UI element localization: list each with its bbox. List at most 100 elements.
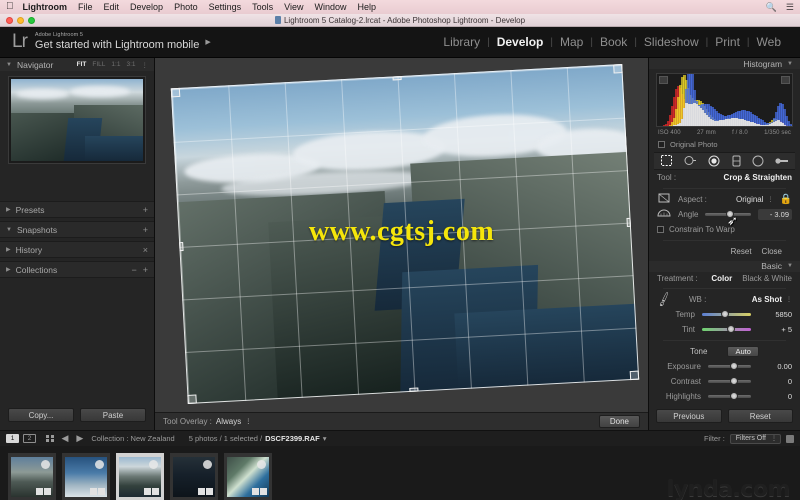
thumbnail-badges[interactable]: [36, 488, 51, 495]
module-slideshow[interactable]: Slideshow: [637, 35, 706, 49]
spot-removal-icon[interactable]: [684, 155, 697, 166]
radial-filter-icon[interactable]: [752, 155, 764, 167]
add-snapshot-icon[interactable]: +: [143, 225, 148, 235]
filter-toggle-icon[interactable]: [786, 434, 794, 443]
filmstrip-thumbnail[interactable]: [62, 453, 110, 500]
angle-slider[interactable]: [705, 209, 751, 218]
previous-button[interactable]: Previous: [656, 409, 722, 423]
paste-button[interactable]: Paste: [80, 408, 146, 422]
menu-app-name[interactable]: Lightroom: [23, 2, 68, 12]
lock-icon[interactable]: 🔒: [780, 194, 792, 205]
constrain-warp-row[interactable]: Constrain To Warp: [657, 222, 792, 237]
shadow-clipping-icon[interactable]: [659, 76, 668, 85]
navigator-thumbnail[interactable]: [8, 76, 146, 164]
module-library[interactable]: Library: [436, 35, 487, 49]
sidebar-item-history[interactable]: ▶ History ×: [0, 241, 154, 258]
basic-header[interactable]: Basic ▼: [649, 260, 800, 272]
treatment-bw-option[interactable]: Black & White: [742, 274, 792, 283]
sidebar-item-snapshots[interactable]: ▼ Snapshots +: [0, 221, 154, 238]
chevron-down-icon[interactable]: ▼: [787, 61, 793, 67]
chevron-updown-icon[interactable]: ⋮: [771, 435, 777, 442]
chevron-down-icon[interactable]: ▼: [6, 227, 12, 233]
module-print[interactable]: Print: [708, 35, 747, 49]
menu-item-edit[interactable]: Edit: [104, 2, 120, 12]
crop-tool-value[interactable]: Crop & Straighten: [724, 173, 792, 182]
menu-item-help[interactable]: Help: [358, 2, 377, 12]
module-map[interactable]: Map: [553, 35, 590, 49]
temp-value[interactable]: 5850: [758, 310, 792, 319]
filmstrip-thumbnail[interactable]: [8, 453, 56, 500]
crop-close-button[interactable]: Close: [762, 247, 782, 256]
adjustment-brush-icon[interactable]: [775, 157, 789, 165]
zoom-level-fit[interactable]: FIT: [77, 61, 87, 68]
filename-chevron-icon[interactable]: ▾: [323, 434, 327, 443]
screen-2-button[interactable]: 2: [23, 434, 36, 443]
chevron-right-icon[interactable]: ▶: [6, 246, 11, 253]
auto-tone-button[interactable]: Auto: [727, 346, 759, 357]
grid-view-icon[interactable]: [46, 434, 54, 443]
tint-slider-knob[interactable]: [727, 325, 736, 333]
temp-slider[interactable]: [702, 310, 751, 318]
menu-item-tools[interactable]: Tools: [252, 2, 273, 12]
clear-history-icon[interactable]: ×: [143, 245, 148, 255]
module-web[interactable]: Web: [750, 35, 788, 49]
module-develop[interactable]: Develop: [490, 35, 551, 49]
menu-item-window[interactable]: Window: [315, 2, 347, 12]
checkbox-icon[interactable]: [657, 225, 664, 233]
screen-1-button[interactable]: 1: [6, 434, 19, 443]
chevron-down-icon[interactable]: ▼: [6, 62, 12, 68]
exposure-slider[interactable]: [708, 362, 751, 370]
exposure-value[interactable]: 0.00: [758, 362, 792, 371]
sidebar-item-presets[interactable]: ▶ Presets +: [0, 201, 154, 218]
done-button[interactable]: Done: [598, 415, 640, 428]
zoom-level-1-1[interactable]: 1:1: [111, 61, 120, 68]
promo-headline[interactable]: Get started with Lightroom mobile: [35, 39, 199, 52]
add-collection-icon[interactable]: +: [143, 265, 148, 275]
straighten-tool-icon[interactable]: [657, 207, 671, 221]
list-icon[interactable]: ☰: [786, 2, 794, 13]
sidebar-item-collections[interactable]: ▶ Collections − +: [0, 261, 154, 278]
reset-button[interactable]: Reset: [727, 409, 793, 423]
menu-item-develop[interactable]: Develop: [130, 2, 163, 12]
highlights-slider-knob[interactable]: [729, 392, 738, 400]
thumbnail-badges[interactable]: [198, 488, 213, 495]
collection-label[interactable]: Collection : New Zealand: [91, 434, 174, 443]
zoom-level-fill[interactable]: FILL: [92, 61, 105, 68]
menu-item-settings[interactable]: Settings: [209, 2, 242, 12]
remove-collection-icon[interactable]: −: [131, 265, 136, 275]
wb-chevron-icon[interactable]: ⋮: [786, 296, 792, 303]
thumbnail-badges[interactable]: [144, 488, 159, 495]
image-stage[interactable]: www.cgtsj.com: [155, 58, 648, 412]
thumbnail-badges[interactable]: [252, 488, 267, 495]
chevron-down-icon[interactable]: ▼: [787, 263, 793, 269]
tint-value[interactable]: + 5: [758, 325, 792, 334]
promo-arrow-icon[interactable]: ▶: [205, 38, 210, 46]
navigator-header[interactable]: ▼ Navigator FIT FILL 1:1 3:1 ⋮: [0, 58, 154, 71]
go-forward-icon[interactable]: ▶: [76, 433, 83, 444]
tool-overlay-chevron-icon[interactable]: ⋮: [245, 418, 251, 425]
histogram-chart[interactable]: [656, 73, 793, 128]
aspect-chevron-icon[interactable]: ⋮: [768, 196, 774, 203]
histogram-header[interactable]: Histogram ▼: [649, 58, 800, 70]
thumbnail-badges[interactable]: [90, 488, 105, 495]
copy-button[interactable]: Copy...: [8, 408, 74, 422]
filmstrip-thumbnail[interactable]: [224, 453, 272, 500]
wb-value[interactable]: As Shot: [752, 295, 782, 304]
tint-slider[interactable]: [702, 325, 751, 333]
zoom-level-chevron-icon[interactable]: ⋮: [142, 61, 149, 69]
contrast-slider-knob[interactable]: [729, 377, 738, 385]
menu-item-photo[interactable]: Photo: [174, 2, 198, 12]
contrast-value[interactable]: 0: [758, 377, 792, 386]
crop-frame-icon[interactable]: [657, 191, 671, 207]
contrast-slider[interactable]: [708, 377, 751, 385]
crop-angle-value[interactable]: - 3.09: [758, 208, 792, 220]
crop-reset-button[interactable]: Reset: [731, 247, 752, 256]
current-filename[interactable]: DSCF2399.RAF: [265, 434, 320, 443]
filmstrip-thumbnail-selected[interactable]: [116, 453, 164, 500]
red-eye-icon[interactable]: [708, 155, 720, 167]
exposure-slider-knob[interactable]: [729, 362, 738, 370]
highlights-value[interactable]: 0: [758, 392, 792, 401]
highlight-clipping-icon[interactable]: [781, 76, 790, 85]
search-icon[interactable]: 🔍: [766, 2, 777, 13]
treatment-color-option[interactable]: Color: [711, 274, 732, 283]
